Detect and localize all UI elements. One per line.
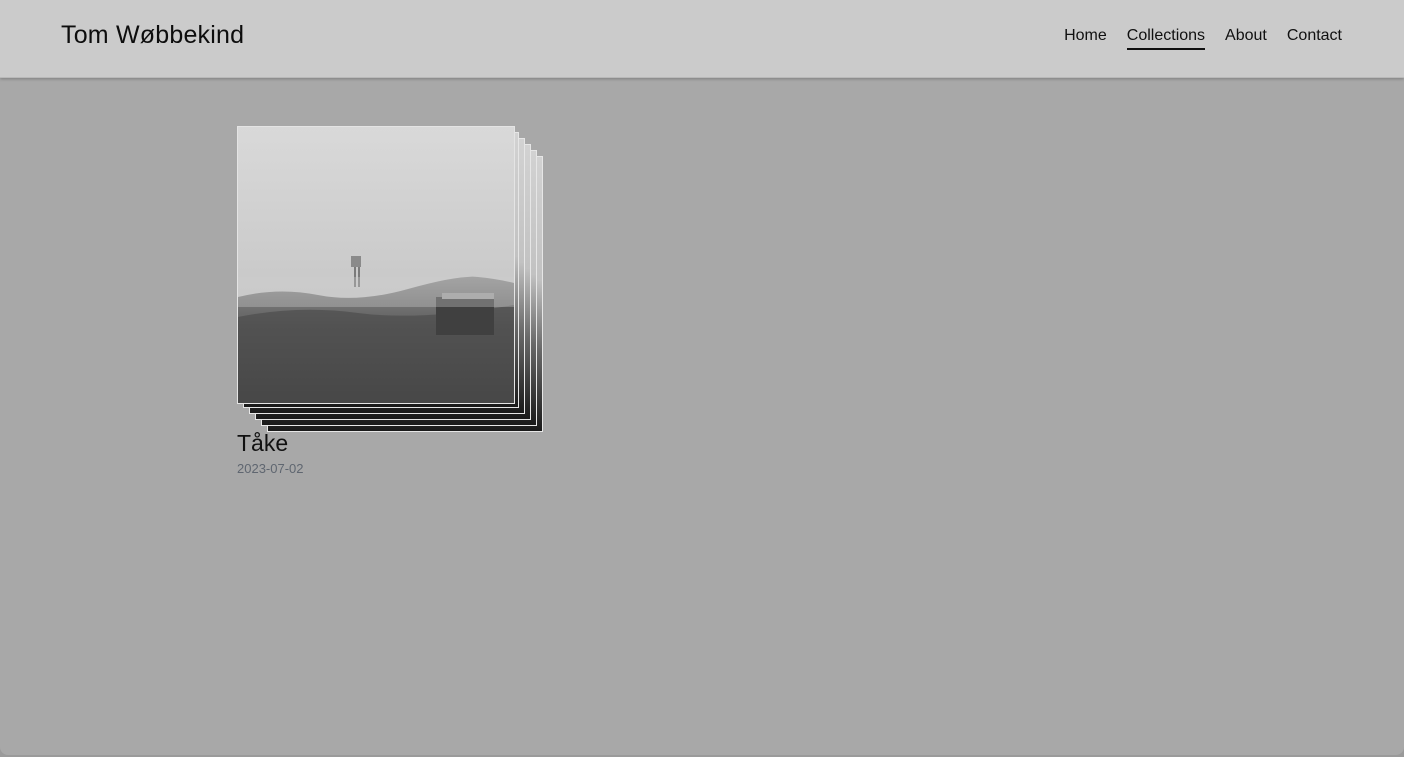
foggy-landscape-image xyxy=(238,127,514,403)
main-nav: Home Collections About Contact xyxy=(1064,27,1342,50)
collection-card[interactable]: Tåke 2023-07-02 xyxy=(237,126,557,486)
site-header: Tom Wøbbekind Home Collections About Con… xyxy=(0,0,1404,78)
nav-link-about[interactable]: About xyxy=(1225,27,1267,50)
collection-title[interactable]: Tåke xyxy=(237,430,288,457)
collection-cover-photo[interactable] xyxy=(237,126,515,404)
site-title[interactable]: Tom Wøbbekind xyxy=(61,21,244,50)
collection-date: 2023-07-02 xyxy=(237,461,304,476)
nav-link-contact[interactable]: Contact xyxy=(1287,27,1342,50)
nav-link-home[interactable]: Home xyxy=(1064,27,1107,50)
nav-link-collections[interactable]: Collections xyxy=(1126,27,1206,50)
browser-viewport: Tom Wøbbekind Home Collections About Con… xyxy=(0,0,1404,755)
